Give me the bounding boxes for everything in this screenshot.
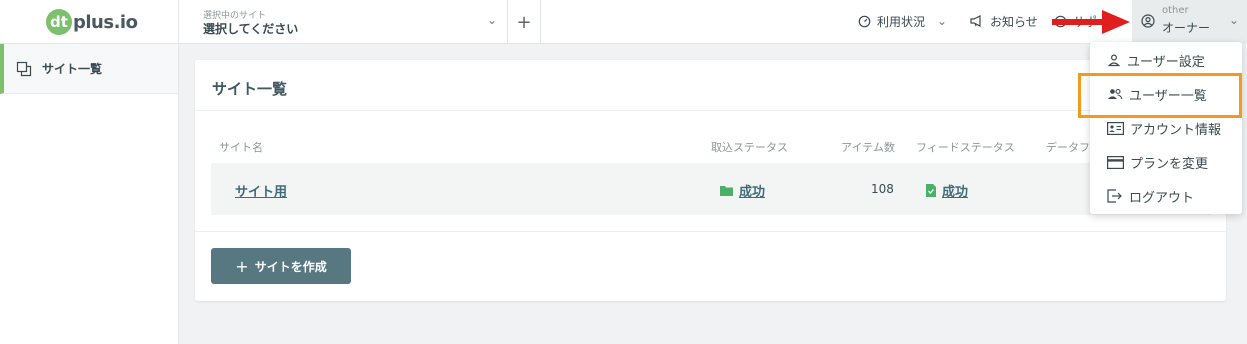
column-header-site-name: サイト名 <box>219 141 263 154</box>
import-status: 成功 <box>720 181 765 200</box>
add-site-button[interactable]: + <box>508 0 541 44</box>
feed-status-link[interactable]: 成功 <box>942 181 968 200</box>
usage-menu[interactable]: 利用状況 ⌄ <box>858 11 947 31</box>
column-header-import-status: 取込ステータス <box>711 141 788 154</box>
item-count: 108 <box>871 182 894 196</box>
menu-item-logout[interactable]: ログアウト <box>1090 179 1242 213</box>
gauge-icon <box>858 15 871 28</box>
logout-icon <box>1107 189 1123 203</box>
menu-item-label: プランを変更 <box>1130 156 1209 172</box>
divider <box>195 110 1226 111</box>
menu-item-label: ユーザー設定 <box>1127 54 1205 70</box>
user-role: オーナー <box>1162 21 1211 35</box>
table-row: サイト用 成功 108 成功 <box>211 163 1211 215</box>
chevron-down-icon: ⌄ <box>937 14 948 28</box>
site-selector-value: 選択してください <box>203 22 299 36</box>
chevron-down-icon: ⌄ <box>486 13 497 27</box>
user-name: other <box>1162 5 1189 16</box>
sidebar-item-label: サイト一覧 <box>42 62 103 76</box>
red-arrow-annotation <box>1050 9 1134 39</box>
menu-item-user-settings[interactable]: ユーザー設定 <box>1090 43 1242 77</box>
site-list-card: サイト一覧 サイト名 取込ステータス アイテム数 フィードステータス データフ … <box>195 60 1226 301</box>
site-name-link[interactable]: サイト用 <box>235 181 287 200</box>
logo[interactable]: dt plus.io <box>46 8 138 36</box>
menu-item-label: ログアウト <box>1129 190 1195 206</box>
user-dropdown-menu: ユーザー設定 ユーザー一覧 アカウント情報 プランを変更 ログアウト <box>1090 42 1242 214</box>
credit-card-icon <box>1107 155 1124 169</box>
sidebar-item-site-list[interactable]: サイト一覧 <box>0 44 178 94</box>
highlight-box <box>1078 73 1242 118</box>
id-card-icon <box>1107 121 1124 135</box>
column-header-data-status: データフ <box>1046 141 1090 154</box>
site-selector[interactable]: 選択中のサイト 選択してください ⌄ <box>178 0 508 44</box>
menu-item-change-plan[interactable]: プランを変更 <box>1090 145 1242 179</box>
user-icon <box>1107 53 1121 67</box>
column-header-item-count: アイテム数 <box>841 141 895 154</box>
news-link[interactable]: お知らせ <box>970 11 1038 31</box>
chevron-down-icon: ⌄ <box>1229 13 1240 27</box>
logo-badge: dt <box>46 9 72 35</box>
user-circle-icon <box>1141 14 1155 28</box>
column-header-feed-status: フィードステータス <box>916 141 1015 154</box>
feed-status: 成功 <box>926 181 968 200</box>
usage-label: 利用状況 <box>877 14 926 29</box>
menu-item-label: アカウント情報 <box>1130 122 1222 138</box>
create-site-button[interactable]: + サイトを作成 <box>211 248 351 284</box>
plus-icon: + <box>235 256 249 276</box>
megaphone-icon <box>970 15 984 27</box>
user-menu[interactable]: other オーナー ⌄ <box>1132 0 1247 44</box>
sidebar: サイト一覧 <box>0 44 179 344</box>
news-label: お知らせ <box>990 14 1038 29</box>
file-icon <box>926 184 936 197</box>
copy-icon <box>16 61 32 77</box>
create-site-label: サイトを作成 <box>254 259 327 274</box>
folder-icon <box>720 185 733 196</box>
logo-text: plus.io <box>73 11 138 33</box>
page-title: サイト一覧 <box>212 80 288 98</box>
divider <box>195 231 1226 232</box>
import-status-link[interactable]: 成功 <box>739 181 765 200</box>
